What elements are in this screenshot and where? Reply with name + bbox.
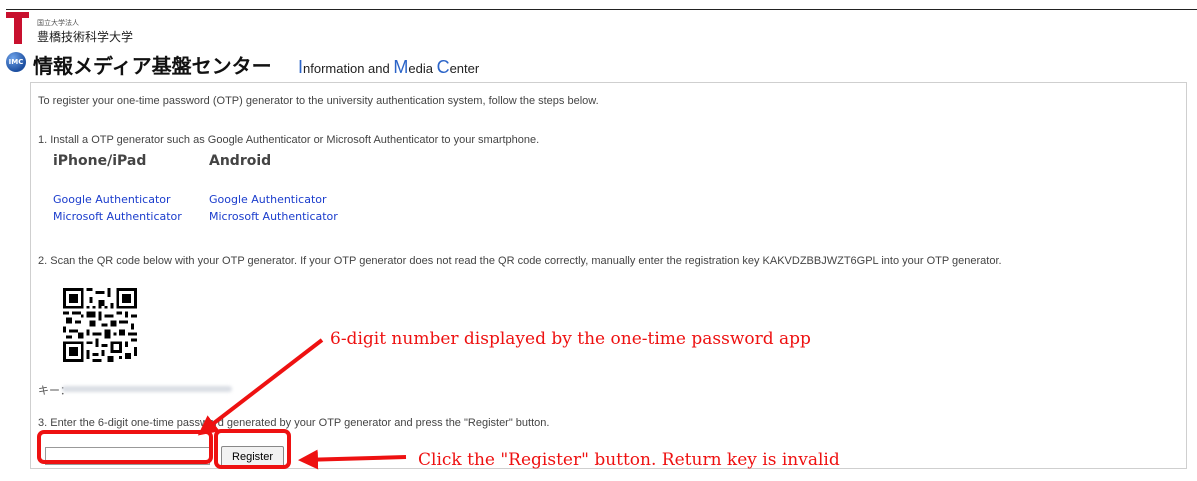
university-small-label: 国立大学法人 — [37, 19, 79, 27]
annotation-button-hint: Click the "Register" button. Return key … — [418, 450, 840, 470]
step2-text: 2. Scan the QR code below with your OTP … — [38, 255, 1002, 267]
imc-logo-icon: IMC — [6, 52, 26, 72]
center-name-en: Information and Media Center — [298, 57, 480, 77]
header-rule — [6, 9, 1197, 10]
platform-heading-ios: iPhone/iPad — [53, 153, 147, 169]
intro-text: To register your one-time password (OTP)… — [38, 95, 599, 107]
registration-key-value-blurred — [62, 386, 232, 392]
step1-text: 1. Install a OTP generator such as Googl… — [38, 134, 540, 146]
link-ios-google-authenticator[interactable]: Google Authenticator — [53, 193, 171, 206]
link-ios-microsoft-authenticator[interactable]: Microsoft Authenticator — [53, 210, 182, 223]
link-android-microsoft-authenticator[interactable]: Microsoft Authenticator — [209, 210, 338, 223]
center-name-jp: 情報メディア基盤センター — [33, 54, 272, 78]
annotation-input-hint: 6-digit number displayed by the one-time… — [330, 329, 811, 349]
platform-heading-android: Android — [209, 153, 272, 169]
register-button-highlight — [214, 429, 291, 469]
step3-text: 3. Enter the 6-digit one-time password g… — [38, 417, 550, 429]
otp-input-highlight — [37, 430, 213, 464]
university-logo — [6, 8, 30, 44]
university-name: 豊橋技術科学大学 — [37, 30, 134, 44]
link-android-google-authenticator[interactable]: Google Authenticator — [209, 193, 327, 206]
qr-code-image — [63, 288, 137, 362]
